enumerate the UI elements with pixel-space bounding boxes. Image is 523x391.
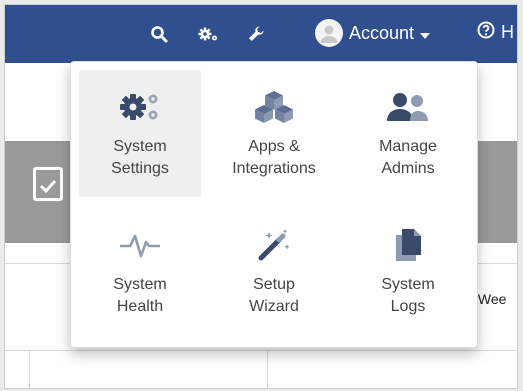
magic-wand-icon <box>255 226 293 264</box>
menu-item-label: System Logs <box>381 276 435 315</box>
wrench-icon[interactable] <box>245 23 267 45</box>
help-label: H <box>501 22 514 42</box>
cogs-icon[interactable] <box>197 23 219 45</box>
menu-item-system-logs[interactable]: System Logs <box>347 208 469 335</box>
heartbeat-icon <box>118 226 162 264</box>
account-label: Account <box>349 22 415 43</box>
table-header-line <box>5 350 517 351</box>
menu-item-label: Manage Admins <box>379 138 437 177</box>
help-menu-toggle[interactable]: H <box>477 21 514 44</box>
user-avatar-icon <box>315 19 343 47</box>
cubes-icon <box>254 88 294 126</box>
table-column-divider <box>29 350 30 388</box>
menu-item-system-settings[interactable]: System Settings <box>79 70 201 197</box>
cogs-icon <box>117 88 163 126</box>
help-circle-icon <box>477 21 495 44</box>
menu-item-label: System Settings <box>111 138 169 177</box>
menu-item-apps-integrations[interactable]: Apps & Integrations <box>213 70 335 197</box>
menu-item-label: System Health <box>113 276 167 315</box>
files-icon <box>392 226 424 264</box>
menu-item-label: Apps & Integrations <box>232 138 316 177</box>
account-menu-toggle[interactable]: Account <box>315 19 431 47</box>
calendar-check-icon <box>33 167 63 201</box>
top-navigation-bar: Account H <box>5 5 517 63</box>
caret-down-icon <box>420 23 431 44</box>
account-dropdown-menu: System Settings Apps & Integrations Mana… <box>70 61 478 348</box>
menu-item-label: Setup Wizard <box>249 276 299 315</box>
table-column-divider <box>267 350 268 388</box>
menu-item-system-health[interactable]: System Health <box>79 208 201 335</box>
users-icon <box>386 88 430 126</box>
menu-item-manage-admins[interactable]: Manage Admins <box>347 70 469 197</box>
search-icon[interactable] <box>148 23 170 45</box>
menu-item-setup-wizard[interactable]: Setup Wizard <box>213 208 335 335</box>
app-window: Account H s Wee System Settings Apps & I… <box>4 4 518 389</box>
